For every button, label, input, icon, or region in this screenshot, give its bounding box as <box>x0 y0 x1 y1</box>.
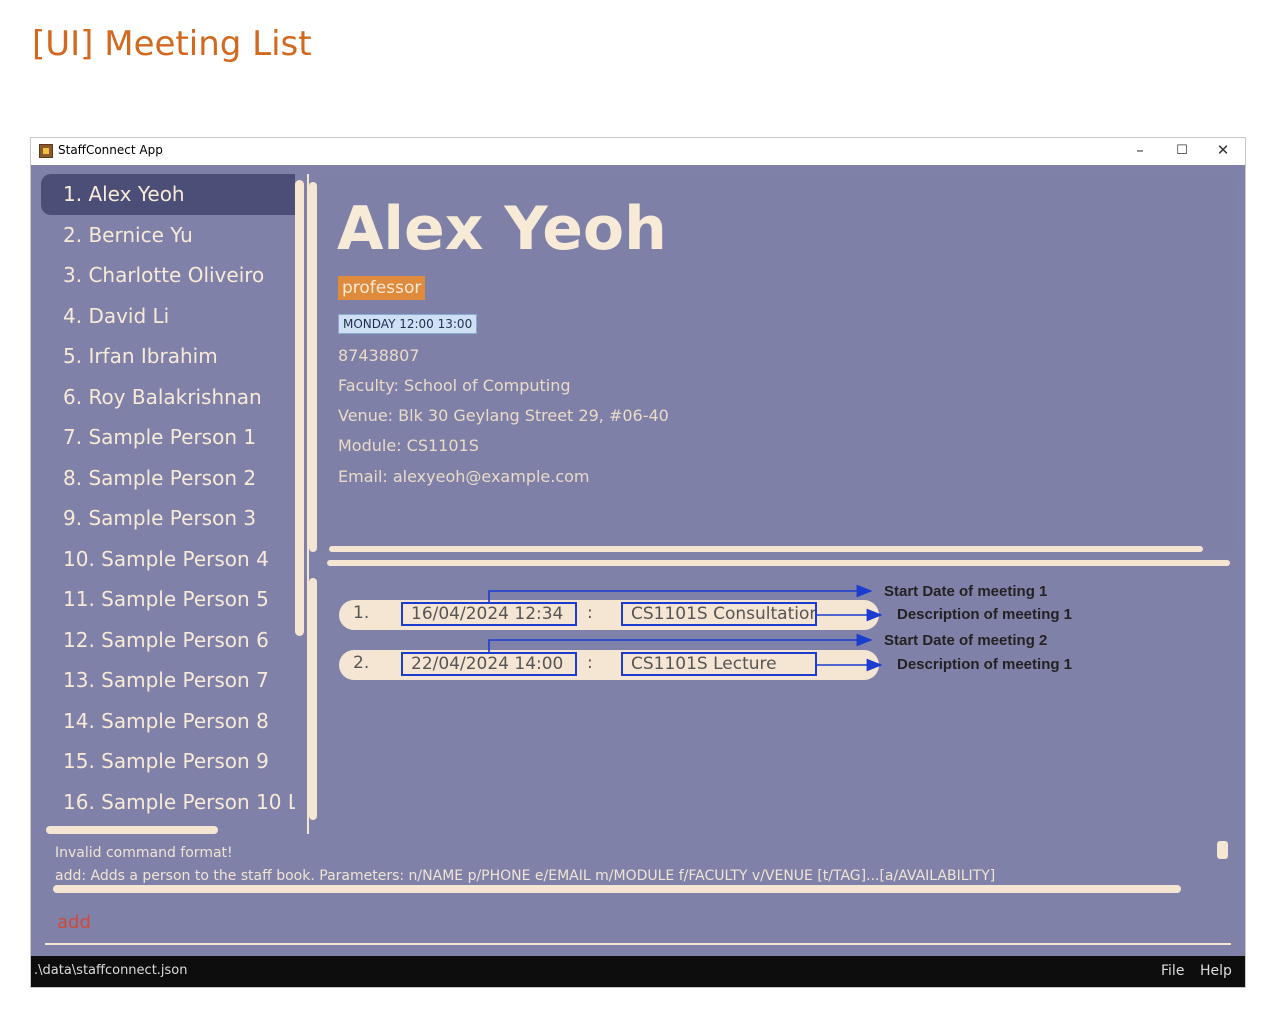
result-display: Invalid command format! add: Adds a pers… <box>55 842 1195 884</box>
start-date-1-arrow <box>488 584 873 602</box>
command-input[interactable] <box>55 903 1209 941</box>
result-horizontal-scrollbar[interactable] <box>53 885 1181 893</box>
command-box-underline <box>45 943 1231 945</box>
annotation-description-2: Description of meeting 1 <box>897 656 1073 673</box>
result-vertical-scrollbar[interactable] <box>1217 841 1228 859</box>
annotation-description-1: Description of meeting 1 <box>897 606 1073 623</box>
data-file-path: .\data\staffconnect.json <box>34 963 188 978</box>
annotation-start-date-2: Start Date of meeting 2 <box>884 632 1048 649</box>
start-date-2-arrow <box>488 633 873 652</box>
annotation-start-date-1: Start Date of meeting 1 <box>884 583 1048 600</box>
menu-file[interactable]: File <box>1161 963 1184 979</box>
menu-help[interactable]: Help <box>1200 963 1232 979</box>
status-bar: .\data\staffconnect.json File Help <box>31 956 1245 987</box>
app-window: StaffConnect App – ☐ ✕ 1. Alex Yeoh 2. Be… <box>31 138 1245 987</box>
result-line-1: Invalid command format! <box>55 845 233 861</box>
result-line-2: add: Adds a person to the staff book. Pa… <box>55 868 996 884</box>
doc-title: [UI] Meeting List <box>32 24 312 64</box>
